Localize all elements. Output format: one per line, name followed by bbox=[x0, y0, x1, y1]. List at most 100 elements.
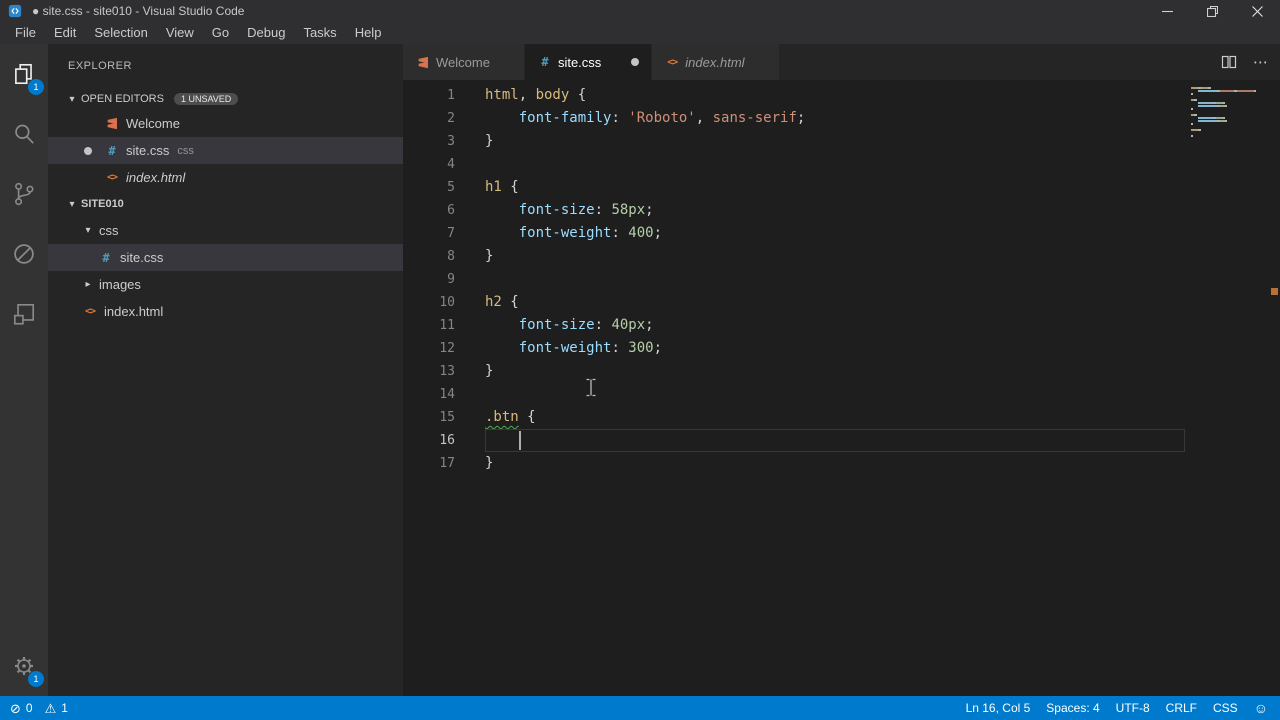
css-file-icon: # bbox=[108, 143, 116, 158]
menu-view[interactable]: View bbox=[157, 22, 203, 44]
minimap-line bbox=[1191, 132, 1280, 134]
vscode-logo-icon bbox=[8, 4, 22, 18]
line-number[interactable]: 9 bbox=[403, 268, 485, 291]
code-line-3[interactable]: } bbox=[485, 130, 1185, 153]
more-actions-icon[interactable]: ⋯ bbox=[1253, 53, 1268, 71]
minimap-line bbox=[1191, 93, 1280, 95]
tab-welcome[interactable]: Welcome bbox=[403, 44, 525, 80]
status-utf-8[interactable]: UTF-8 bbox=[1108, 701, 1158, 715]
errors-count[interactable]: 0 bbox=[26, 701, 33, 715]
line-number[interactable]: 13 bbox=[403, 360, 485, 383]
code-line-16[interactable] bbox=[485, 429, 1185, 452]
minimap-line bbox=[1191, 96, 1280, 98]
status-crlf[interactable]: CRLF bbox=[1158, 701, 1205, 715]
line-number[interactable]: 14 bbox=[403, 383, 485, 406]
minimap-line bbox=[1191, 114, 1280, 116]
source-control-icon[interactable] bbox=[0, 164, 48, 224]
settings-gear-icon[interactable]: 1 bbox=[0, 636, 48, 696]
open-editor-index-html[interactable]: <> index.html bbox=[48, 164, 403, 191]
line-number[interactable]: 15 bbox=[403, 406, 485, 429]
tree-item-site-css[interactable]: # site.css bbox=[48, 244, 403, 271]
close-button[interactable] bbox=[1235, 0, 1280, 22]
editor-group: Welcome # site.css <> index.html ⋯ 123456789… bbox=[403, 44, 1280, 696]
line-number[interactable]: 2 bbox=[403, 107, 485, 130]
activity-bar: 1 1 bbox=[0, 44, 48, 696]
minimap-line bbox=[1191, 108, 1280, 110]
line-number[interactable]: 12 bbox=[403, 337, 485, 360]
title-bar: ● site.css - site010 - Visual Studio Cod… bbox=[0, 0, 1280, 22]
line-number[interactable]: 8 bbox=[403, 245, 485, 268]
explorer-badge: 1 bbox=[28, 79, 44, 95]
html-file-icon: <> bbox=[84, 306, 96, 317]
code-line-6[interactable]: font-size: 58px; bbox=[485, 199, 1185, 222]
minimap-line bbox=[1191, 87, 1280, 89]
tree-item-index-html[interactable]: <> index.html bbox=[48, 298, 403, 325]
line-number[interactable]: 5 bbox=[403, 176, 485, 199]
line-number[interactable]: 1 bbox=[403, 84, 485, 107]
restore-button[interactable] bbox=[1190, 0, 1235, 22]
status-ln-16-col-5[interactable]: Ln 16, Col 5 bbox=[958, 701, 1039, 715]
minimap[interactable] bbox=[1185, 80, 1280, 696]
status-spaces-4[interactable]: Spaces: 4 bbox=[1038, 701, 1107, 715]
minimap-line bbox=[1191, 123, 1280, 125]
warnings-count[interactable]: 1 bbox=[61, 701, 68, 715]
code-line-4[interactable] bbox=[485, 153, 1185, 176]
welcome-icon bbox=[415, 56, 431, 69]
code-line-11[interactable]: font-size: 40px; bbox=[485, 314, 1185, 337]
line-number[interactable]: 6 bbox=[403, 199, 485, 222]
mouse-ibeam-cursor bbox=[585, 378, 597, 402]
menu-help[interactable]: Help bbox=[346, 22, 391, 44]
menu-file[interactable]: File bbox=[6, 22, 45, 44]
code-line-1[interactable]: html, body { bbox=[485, 84, 1185, 107]
overview-ruler-marker bbox=[1271, 288, 1278, 295]
minimap-line bbox=[1191, 135, 1280, 137]
feedback-smiley-icon[interactable]: ☺ bbox=[1246, 700, 1276, 716]
code-line-7[interactable]: font-weight: 400; bbox=[485, 222, 1185, 245]
explorer-icon[interactable]: 1 bbox=[0, 44, 48, 104]
debug-icon[interactable] bbox=[0, 224, 48, 284]
explorer-sidebar: EXPLORER ▾ OPEN EDITORS 1 UNSAVED Welcom… bbox=[48, 44, 403, 696]
minimize-button[interactable] bbox=[1145, 0, 1190, 22]
line-number[interactable]: 10 bbox=[403, 291, 485, 314]
menu-go[interactable]: Go bbox=[203, 22, 238, 44]
open-editor-site-css[interactable]: # site.css css bbox=[48, 137, 403, 164]
tab-index-html[interactable]: <> index.html bbox=[652, 44, 780, 80]
errors-icon[interactable]: ⊘ bbox=[10, 702, 21, 715]
split-editor-icon[interactable] bbox=[1221, 54, 1237, 70]
file-tree: ▾ css # site.css ▸ images <> index.html bbox=[48, 217, 403, 325]
line-number-gutter: 1 2 3 4 5 6 7 8 9 10 11 12 13 14 15 16 17 bbox=[403, 80, 485, 696]
chevron-right-icon: ▸ bbox=[85, 279, 91, 290]
open-editor-welcome[interactable]: Welcome bbox=[48, 110, 403, 137]
menu-bar: File Edit Selection View Go Debug Tasks Help bbox=[0, 22, 1280, 44]
tree-item-css[interactable]: ▾ css bbox=[48, 217, 403, 244]
code-line-10[interactable]: h2 { bbox=[485, 291, 1185, 314]
menu-tasks[interactable]: Tasks bbox=[294, 22, 345, 44]
line-number[interactable]: 17 bbox=[403, 452, 485, 475]
line-number[interactable]: 16 bbox=[403, 429, 485, 452]
tab-site-css[interactable]: # site.css bbox=[524, 44, 653, 80]
code-line-12[interactable]: font-weight: 300; bbox=[485, 337, 1185, 360]
code-line-8[interactable]: } bbox=[485, 245, 1185, 268]
tree-item-images[interactable]: ▸ images bbox=[48, 271, 403, 298]
code-line-2[interactable]: font-family: 'Roboto', sans-serif; bbox=[485, 107, 1185, 130]
status-css[interactable]: CSS bbox=[1205, 701, 1246, 715]
line-number[interactable]: 7 bbox=[403, 222, 485, 245]
code-line-15[interactable]: .btn { bbox=[485, 406, 1185, 429]
minimap-line bbox=[1191, 105, 1280, 107]
line-number[interactable]: 11 bbox=[403, 314, 485, 337]
menu-debug[interactable]: Debug bbox=[238, 22, 294, 44]
code-line-17[interactable]: } bbox=[485, 452, 1185, 475]
search-icon[interactable] bbox=[0, 104, 48, 164]
menu-edit[interactable]: Edit bbox=[45, 22, 85, 44]
minimap-line bbox=[1191, 90, 1280, 92]
extensions-icon[interactable] bbox=[0, 284, 48, 344]
line-number[interactable]: 3 bbox=[403, 130, 485, 153]
folder-root-header[interactable]: ▾ SITE010 bbox=[48, 191, 403, 217]
code-line-5[interactable]: h1 { bbox=[485, 176, 1185, 199]
menu-selection[interactable]: Selection bbox=[85, 22, 156, 44]
line-number[interactable]: 4 bbox=[403, 153, 485, 176]
editor[interactable]: 1 2 3 4 5 6 7 8 9 10 11 12 13 14 15 16 17 html, body { f… bbox=[403, 80, 1280, 696]
code-line-9[interactable] bbox=[485, 268, 1185, 291]
warnings-icon[interactable]: ⚠ bbox=[45, 702, 57, 715]
open-editors-header[interactable]: ▾ OPEN EDITORS 1 UNSAVED bbox=[48, 88, 403, 110]
